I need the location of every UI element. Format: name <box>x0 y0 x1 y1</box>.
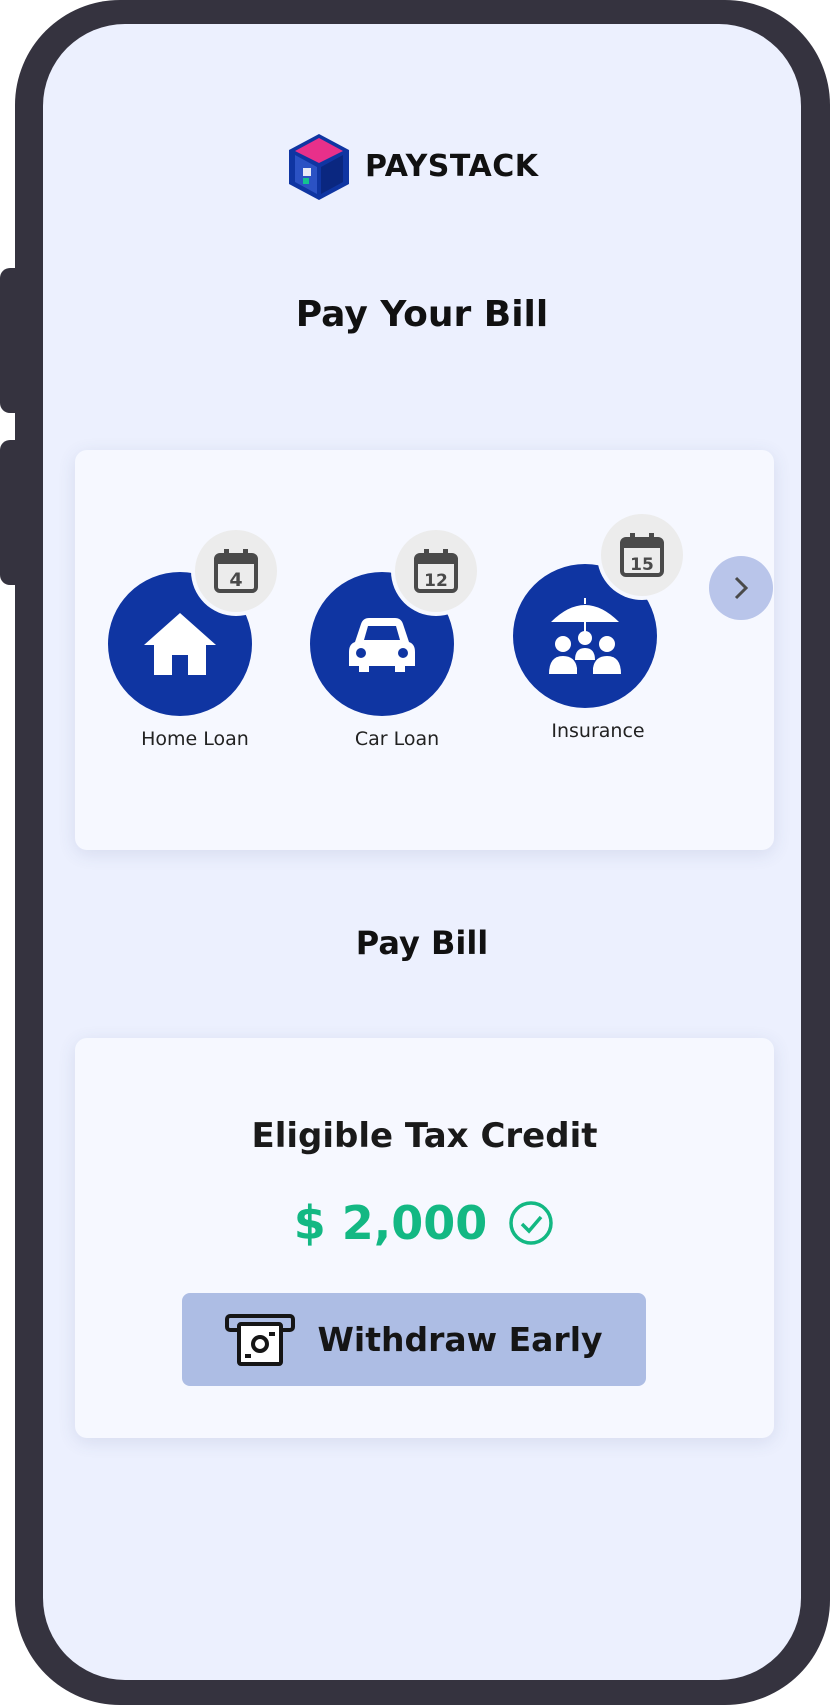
withdraw-early-button[interactable]: Withdraw Early <box>182 1293 646 1386</box>
tax-credit-heading: Eligible Tax Credit <box>251 1116 598 1156</box>
calendar-icon: 15 <box>601 514 683 596</box>
calendar-icon: 4 <box>195 530 277 612</box>
withdraw-early-label: Withdraw Early <box>317 1320 603 1359</box>
paystack-cube-logo <box>289 134 349 200</box>
tax-credit-amount-row: $ 2,000 <box>75 1196 774 1250</box>
phone-frame: PAYSTACK Pay Your Bill 4 Home Loan 12 Ca… <box>15 0 830 1705</box>
check-circle-icon <box>509 1201 554 1245</box>
app-screen: PAYSTACK Pay Your Bill 4 Home Loan 12 Ca… <box>43 24 801 1680</box>
page-title: Pay Your Bill <box>295 294 549 335</box>
tax-credit-card: Eligible Tax Credit $ 2,000 Withdraw Ear… <box>75 1038 774 1438</box>
bills-next-button[interactable] <box>709 556 773 620</box>
due-day-label: 15 <box>630 555 654 575</box>
bill-label: Insurance <box>551 720 645 742</box>
chevron-right-icon <box>734 576 749 600</box>
tax-credit-amount: $ 2,000 <box>293 1196 488 1250</box>
due-day-label: 12 <box>424 571 448 591</box>
pay-bill-title: Pay Bill <box>355 924 489 962</box>
due-day-label: 4 <box>229 569 242 591</box>
cash-withdraw-icon <box>225 1313 296 1366</box>
calendar-icon: 12 <box>395 530 477 612</box>
bill-item-insurance[interactable]: 15 Insurance <box>478 514 718 764</box>
bills-card: 4 Home Loan 12 Car Loan 15 Insurance <box>75 450 774 850</box>
brand-header: PAYSTACK <box>283 130 539 202</box>
brand-name: PAYSTACK <box>365 148 539 184</box>
